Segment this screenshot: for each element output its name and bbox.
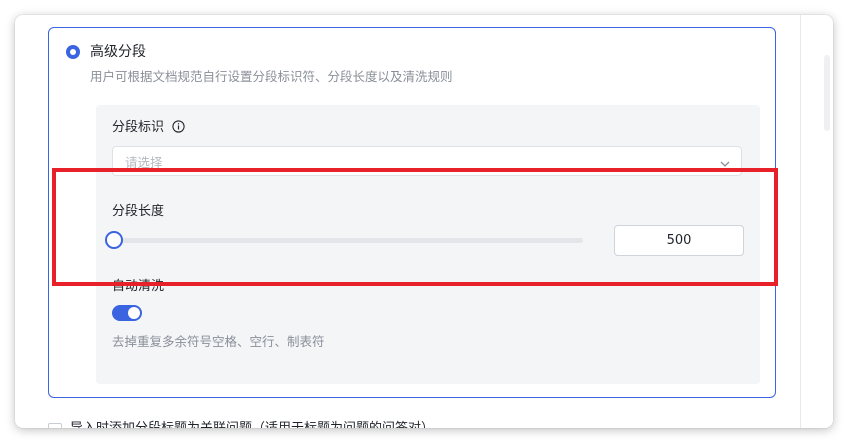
add-title-label: 导入时添加分段标题为关联问题（适用于标题为问题的问答对） [70,420,434,428]
info-icon[interactable] [172,120,185,139]
segment-identifier-label: 分段标识 [112,120,165,135]
add-title-as-question-option[interactable]: 导入时添加分段标题为关联问题（适用于标题为问题的问答对） [48,420,788,428]
auto-clean-toggle[interactable] [112,305,142,321]
highlight-box [52,168,778,286]
add-title-checkbox[interactable] [48,423,62,428]
advanced-segment-radio[interactable] [66,45,80,59]
segment-identifier-label-row: 分段标识 [112,119,185,139]
option-description: 用户可根据文档规范自行设置分段标识符、分段长度以及清洗规则 [90,69,453,84]
auto-clean-description: 去掉重复多余符号空格、空行、制表符 [112,334,325,349]
right-divider [800,15,801,428]
toggle-knob [128,307,140,319]
scrollbar-thumb[interactable] [824,55,830,131]
option-title: 高级分段 [90,44,146,60]
